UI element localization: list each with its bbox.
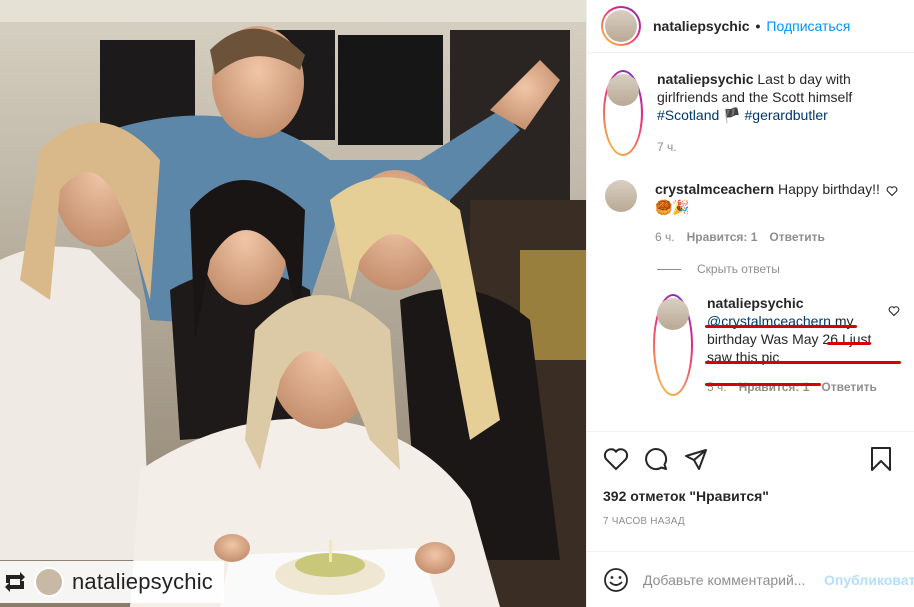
repost-avatar [34, 567, 64, 597]
add-comment-bar: Опубликовать [587, 551, 914, 607]
comment-like-heart-icon[interactable] [886, 184, 898, 197]
follow-button[interactable]: Подписаться [766, 18, 850, 34]
hide-replies-button[interactable]: Скрыть ответы [657, 262, 898, 276]
post-comment-button[interactable]: Опубликовать [824, 572, 914, 588]
post-side-panel: nataliepsychic • Подписаться nataliepsyc… [586, 0, 914, 607]
hide-replies-line [657, 268, 681, 270]
comment-reply-button[interactable]: Ответить [769, 228, 824, 246]
caption-username[interactable]: nataliepsychic [657, 71, 754, 87]
caption-time[interactable]: 7 ч. [657, 138, 677, 156]
posted-time[interactable]: 7 часов назад [603, 516, 898, 527]
comments-list[interactable]: nataliepsychic Last b day with girlfrien… [587, 54, 914, 430]
comment-time[interactable]: 6 ч. [655, 228, 675, 246]
hashtag-gerardbutler[interactable]: #gerardbutler [745, 107, 828, 123]
emoji-smiley-icon[interactable] [603, 567, 629, 593]
save-bookmark-icon[interactable] [868, 446, 894, 472]
comment-likes[interactable]: Нравится: 1 [687, 228, 758, 246]
like-heart-icon[interactable] [603, 446, 629, 472]
comment-avatar[interactable] [605, 180, 637, 212]
reply-likes[interactable]: Нравится: 1 [739, 378, 810, 396]
scotland-flag-emoji: 🏴 [723, 107, 741, 123]
repost-attribution: nataliepsychic [0, 565, 213, 599]
comment-username[interactable]: crystalmceachern [655, 181, 774, 197]
annotation-underline [705, 383, 821, 386]
repost-username: nataliepsychic [72, 569, 213, 594]
post-actions: 392 отметок "Нравится" 7 часов назад [587, 431, 914, 527]
reply-avatar[interactable] [653, 294, 693, 396]
post-photo[interactable]: nataliepsychic [0, 0, 586, 607]
likes-count[interactable]: 392 отметок "Нравится" [603, 488, 898, 504]
comment-emoji: 🥮🎉 [655, 199, 690, 215]
annotation-underline [705, 361, 901, 364]
annotation-underline [827, 342, 871, 345]
share-paper-plane-icon[interactable] [683, 446, 709, 472]
post-header: nataliepsychic • Подписаться [587, 0, 914, 53]
comment-bubble-icon[interactable] [643, 446, 669, 472]
comment-text: Happy birthday!! [777, 181, 880, 197]
hashtag-scotland[interactable]: #Scotland [657, 107, 719, 123]
reply-like-heart-icon[interactable] [888, 304, 900, 317]
header-username[interactable]: nataliepsychic [653, 18, 750, 34]
header-separator: • [755, 18, 761, 34]
reply-username[interactable]: nataliepsychic [707, 295, 804, 311]
reply-item: nataliepsychic @crystalmceachern my birt… [653, 294, 900, 396]
header-avatar[interactable] [601, 6, 641, 46]
party-photo-image [0, 0, 586, 607]
caption: nataliepsychic Last b day with girlfrien… [603, 70, 898, 156]
reply-time[interactable]: 5 ч. [707, 378, 727, 396]
repost-icon [2, 569, 28, 595]
annotation-underline [705, 325, 857, 328]
reply-reply-button[interactable]: Ответить [821, 378, 876, 396]
comment-item: crystalmceachern Happy birthday!! 🥮🎉 6 ч… [603, 180, 898, 246]
comment-input[interactable] [643, 571, 824, 588]
hide-replies-label: Скрыть ответы [697, 262, 780, 276]
caption-avatar[interactable] [603, 70, 643, 156]
